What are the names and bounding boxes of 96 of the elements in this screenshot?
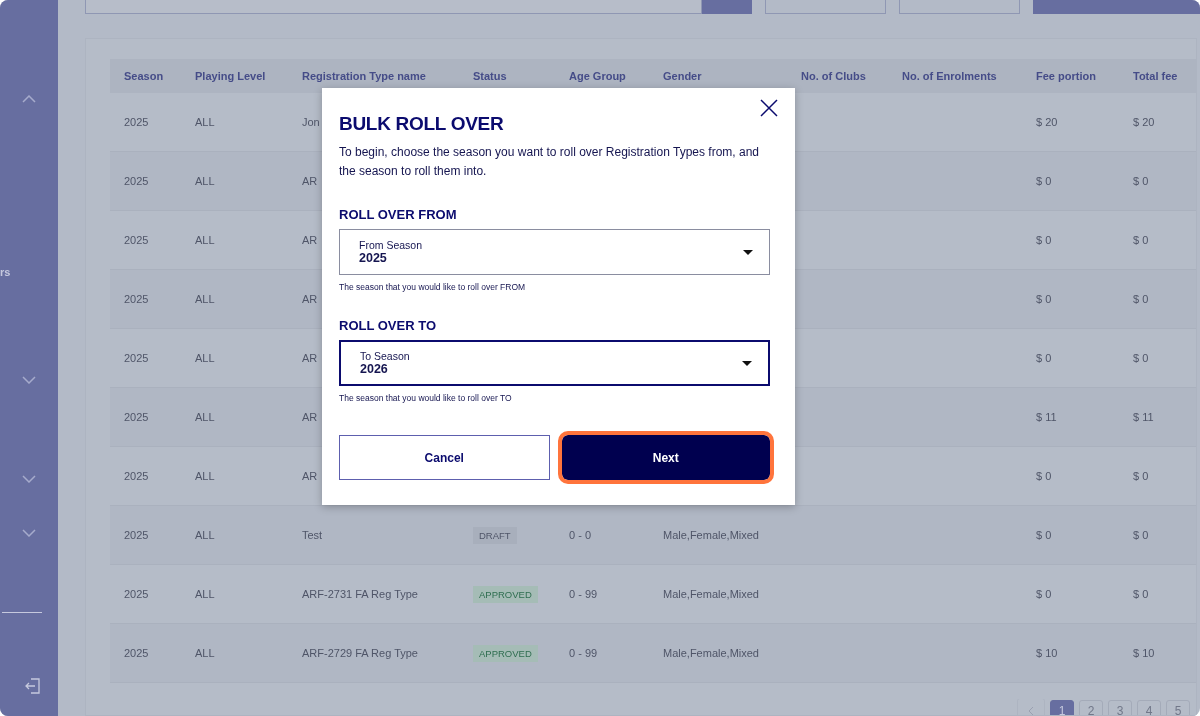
chevron-down-icon[interactable] xyxy=(22,475,36,483)
table-cell: 2025 xyxy=(124,411,149,423)
table-cell: AR xyxy=(302,352,318,364)
table-cell: 2025 xyxy=(124,116,149,128)
table-cell: AR xyxy=(302,470,318,482)
table-cell: AR xyxy=(302,175,318,187)
table-cell: $ 0 xyxy=(1036,293,1052,305)
dialog-description: To begin, choose the season you want to roll over Registration Types from, and the season to roll them into. xyxy=(339,144,761,180)
table-cell: $ 0 xyxy=(1036,529,1052,541)
table-cell: $ 0 xyxy=(1133,529,1149,541)
table-cell: $ 0 xyxy=(1133,175,1149,187)
table-cell: ALL xyxy=(195,352,215,364)
helper-text: The season that you would like to roll over FROM xyxy=(339,282,527,292)
page-button[interactable]: 4 xyxy=(1137,700,1161,715)
table-cell: 2025 xyxy=(124,175,149,187)
toolbar-button[interactable] xyxy=(899,0,1020,14)
table-cell: 2025 xyxy=(124,588,149,600)
table-cell: Test xyxy=(302,529,323,541)
column-header: Playing Level xyxy=(195,70,266,82)
table-cell: ARF-2731 FA Reg Type xyxy=(302,588,418,600)
table-cell: Male,Female,Mixed xyxy=(663,529,759,541)
sidebar-label[interactable]: rs xyxy=(0,266,11,278)
table-cell: ALL xyxy=(195,588,215,600)
table-cell: $ 0 xyxy=(1133,293,1149,305)
chevron-left-icon xyxy=(1028,706,1034,715)
table-cell: $ 0 xyxy=(1133,234,1149,246)
table-cell: $ 0 xyxy=(1036,234,1052,246)
dropdown-caret-icon xyxy=(743,249,753,255)
column-header: Gender xyxy=(663,70,702,82)
column-header: Total fee xyxy=(1133,70,1178,82)
table-cell: ALL xyxy=(195,470,215,482)
section-heading: ROLL OVER TO xyxy=(339,318,438,333)
season-dropdown[interactable]: To Season 2026 xyxy=(339,340,770,386)
table-cell: $ 20 xyxy=(1036,116,1058,128)
table-cell: ALL xyxy=(195,175,215,187)
chevron-down-icon[interactable] xyxy=(22,529,36,537)
close-icon[interactable] xyxy=(760,99,778,117)
chevron-up-icon[interactable] xyxy=(22,95,36,103)
table-cell: 0 - 99 xyxy=(569,588,598,600)
table-cell: ALL xyxy=(195,116,215,128)
table-cell: ALL xyxy=(195,293,215,305)
table-cell: $ 0 xyxy=(1036,470,1052,482)
dropdown-caret-icon xyxy=(742,360,752,366)
table-cell: 0 - 0 xyxy=(569,529,591,541)
table-cell: Male,Female,Mixed xyxy=(663,647,759,659)
table-cell: $ 0 xyxy=(1036,175,1052,187)
table-cell: AR xyxy=(302,411,318,423)
status-badge: DRAFT xyxy=(473,526,517,544)
column-header: Age Group xyxy=(569,70,626,82)
column-header: No. of Clubs xyxy=(801,70,866,82)
status-badge: APPROVED xyxy=(473,644,538,662)
table-cell: 2025 xyxy=(124,647,149,659)
cancel-button[interactable]: Cancel xyxy=(339,435,550,480)
dialog-title: BULK ROLL OVER xyxy=(339,113,505,135)
table-cell: ALL xyxy=(195,529,215,541)
column-header: Registration Type name xyxy=(302,70,426,82)
table-cell: 2025 xyxy=(124,529,149,541)
table-cell: $ 10 xyxy=(1036,647,1058,659)
helper-text: The season that you would like to roll over TO xyxy=(339,393,513,403)
table-cell: $ 0 xyxy=(1036,588,1052,600)
page-button[interactable]: 1 xyxy=(1050,700,1074,715)
table-cell: Jon xyxy=(302,116,320,128)
table-cell: $ 11 xyxy=(1133,411,1154,423)
table-cell: $ 11 xyxy=(1036,411,1057,423)
status-badge: APPROVED xyxy=(473,585,538,603)
table-cell: 2025 xyxy=(124,470,149,482)
table-cell: Male,Female,Mixed xyxy=(663,588,759,600)
column-header: No. of Enrolments xyxy=(902,70,997,82)
table-cell: ALL xyxy=(195,411,215,423)
table-cell: $ 0 xyxy=(1133,588,1149,600)
table-cell: 2025 xyxy=(124,234,149,246)
section-heading: ROLL OVER FROM xyxy=(339,207,458,222)
column-header: Fee portion xyxy=(1036,70,1096,82)
table-cell: ARF-2729 FA Reg Type xyxy=(302,647,418,659)
table-cell: AR xyxy=(302,234,318,246)
season-dropdown[interactable]: From Season 2025 xyxy=(339,229,770,275)
chevron-down-icon[interactable] xyxy=(22,376,36,384)
search-field[interactable] xyxy=(85,0,702,14)
table-cell: 0 - 99 xyxy=(569,647,598,659)
page-button[interactable]: 5 xyxy=(1166,700,1190,715)
table-cell: $ 10 xyxy=(1133,647,1155,659)
table-cell: 2025 xyxy=(124,293,149,305)
logout-icon[interactable] xyxy=(25,678,41,694)
toolbar-button[interactable] xyxy=(765,0,886,14)
table-cell: ALL xyxy=(195,647,215,659)
table-cell: 2025 xyxy=(124,352,149,364)
column-header: Status xyxy=(473,70,507,82)
table-cell: AR xyxy=(302,293,318,305)
page-button[interactable]: 3 xyxy=(1108,700,1132,715)
table-cell: ALL xyxy=(195,234,215,246)
table-cell: $ 20 xyxy=(1133,116,1155,128)
column-header: Season xyxy=(124,70,164,82)
table-cell: $ 0 xyxy=(1133,470,1149,482)
table-cell: $ 0 xyxy=(1133,352,1149,364)
table-cell: $ 0 xyxy=(1036,352,1052,364)
page-button[interactable]: 2 xyxy=(1079,700,1103,715)
